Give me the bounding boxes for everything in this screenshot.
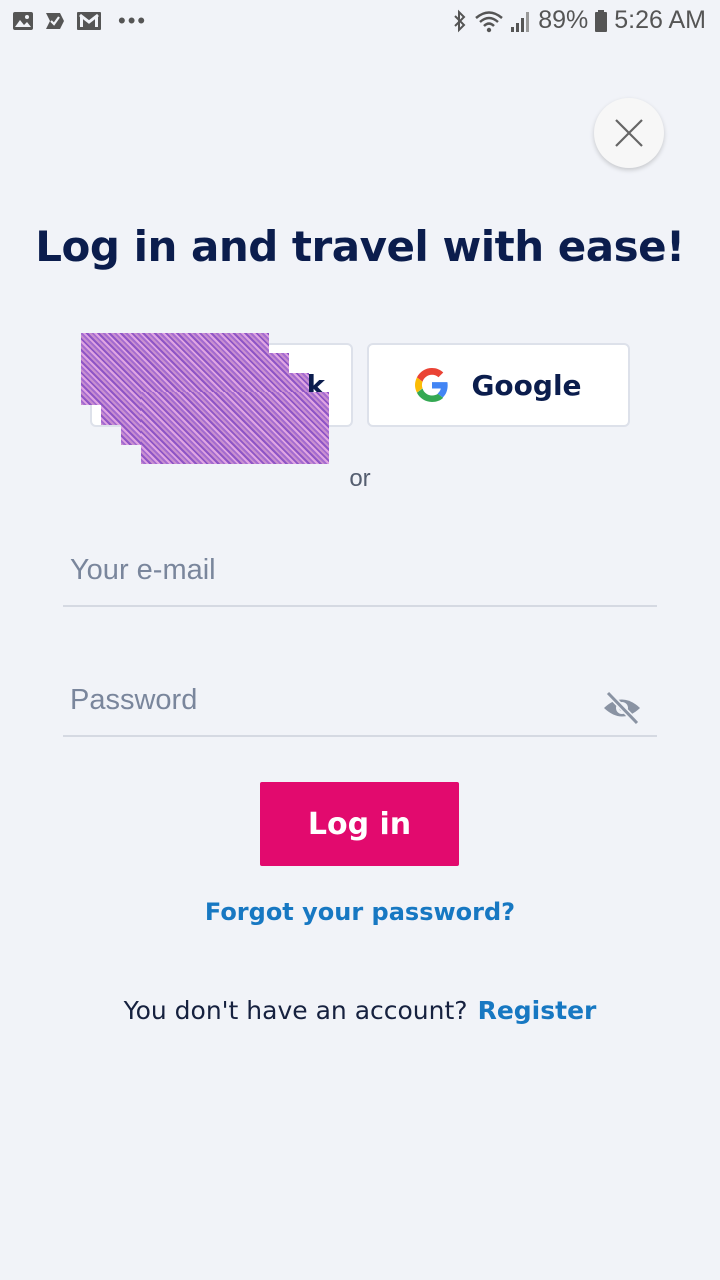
register-prompt: You don't have an account? [123,996,468,1025]
system-icons: 89% 5:26 AM [452,6,706,35]
page-title: Log in and travel with ease! [35,222,685,271]
notification-icons: ••• [12,8,147,34]
email-field [63,537,657,607]
more-notifications-icon: ••• [118,8,148,33]
clock: 5:26 AM [614,6,706,34]
close-button[interactable] [594,98,664,168]
wifi-icon [474,9,504,33]
gallery-icon [12,11,34,31]
close-icon [615,119,643,147]
redaction-overlay [141,392,329,464]
task-check-icon [44,11,66,31]
status-bar: ••• 89% 5:26 AM [0,0,720,44]
battery-percent: 89% [538,6,589,34]
toggle-password-visibility-button[interactable] [601,687,643,729]
google-logo-icon [415,368,449,402]
password-field [63,667,657,737]
signal-icon [510,9,532,33]
register-link[interactable]: Register [478,996,597,1025]
forgot-password-link[interactable]: Forgot your password? [0,898,720,926]
bluetooth-icon [452,9,468,33]
password-input[interactable] [70,667,590,733]
register-row: You don't have an account? Register [0,996,720,1025]
or-divider-label: or [349,465,371,492]
battery-icon [594,9,608,33]
google-button-label: Google [471,368,582,402]
email-input[interactable] [70,537,590,603]
gmail-icon [76,11,102,31]
google-login-button[interactable]: Google [367,343,630,427]
eye-off-icon [604,690,640,726]
login-button[interactable]: Log in [260,782,459,866]
